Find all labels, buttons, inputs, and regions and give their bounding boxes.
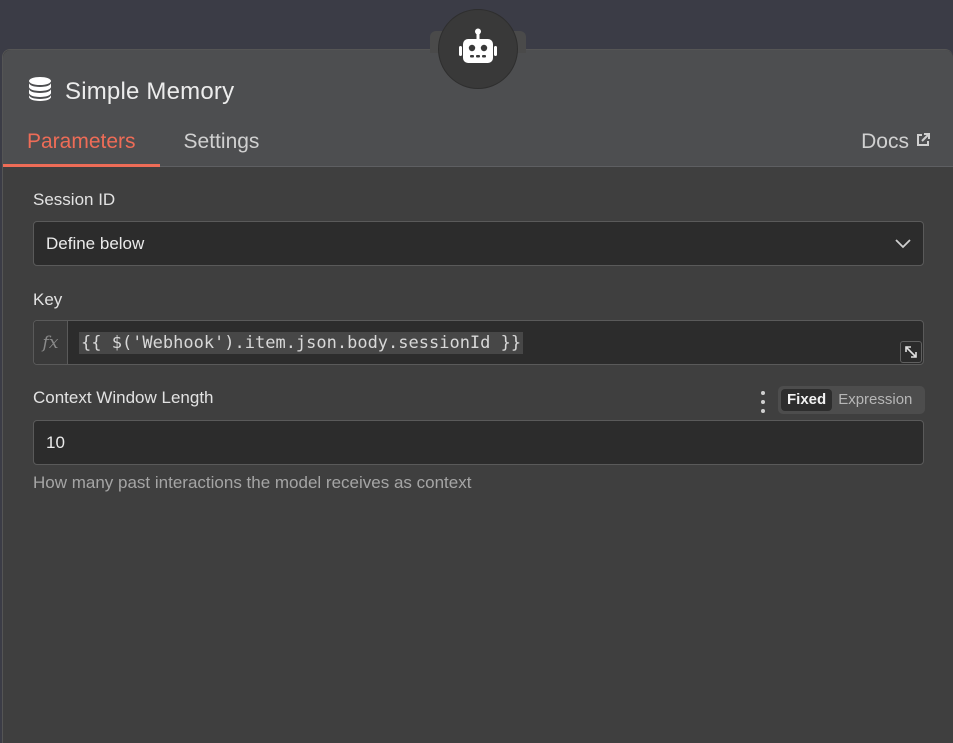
fx-icon: fx bbox=[34, 321, 68, 364]
context-window-hint: How many past interactions the model rec… bbox=[33, 473, 472, 492]
options-kebab-icon[interactable] bbox=[759, 391, 767, 413]
tab-bar: Parameters Settings bbox=[3, 126, 283, 167]
context-window-label: Context Window Length bbox=[33, 388, 214, 407]
docs-link[interactable]: Docs bbox=[861, 130, 931, 154]
chevron-down-icon bbox=[895, 234, 911, 254]
context-window-value: 10 bbox=[46, 432, 65, 452]
node-title[interactable]: Simple Memory bbox=[65, 78, 234, 106]
database-icon bbox=[27, 76, 53, 107]
robot-icon bbox=[458, 28, 498, 71]
toggle-fixed[interactable]: Fixed bbox=[781, 389, 833, 411]
external-link-icon bbox=[909, 130, 931, 154]
key-expression-text: {{ $('Webhook').item.json.body.sessionId… bbox=[79, 331, 524, 354]
tab-settings[interactable]: Settings bbox=[160, 126, 284, 167]
key-label: Key bbox=[33, 290, 63, 309]
session-id-label: Session ID bbox=[33, 190, 116, 209]
fixed-expression-toggle: Fixed Expression bbox=[778, 386, 925, 414]
node-details-panel: Simple Memory Parameters Settings Docs S… bbox=[2, 49, 953, 743]
session-id-select[interactable]: Define below bbox=[33, 221, 924, 266]
session-id-value: Define below bbox=[46, 233, 145, 253]
toggle-expression[interactable]: Expression bbox=[832, 389, 918, 411]
context-window-input[interactable]: 10 bbox=[33, 420, 924, 465]
key-expression-input[interactable]: fx {{ $('Webhook').item.json.body.sessio… bbox=[33, 320, 924, 365]
title-row: Simple Memory bbox=[27, 76, 234, 107]
node-badge bbox=[438, 9, 518, 89]
expand-editor-icon[interactable] bbox=[900, 341, 922, 363]
docs-label: Docs bbox=[861, 130, 909, 153]
tab-parameters[interactable]: Parameters bbox=[3, 126, 160, 167]
